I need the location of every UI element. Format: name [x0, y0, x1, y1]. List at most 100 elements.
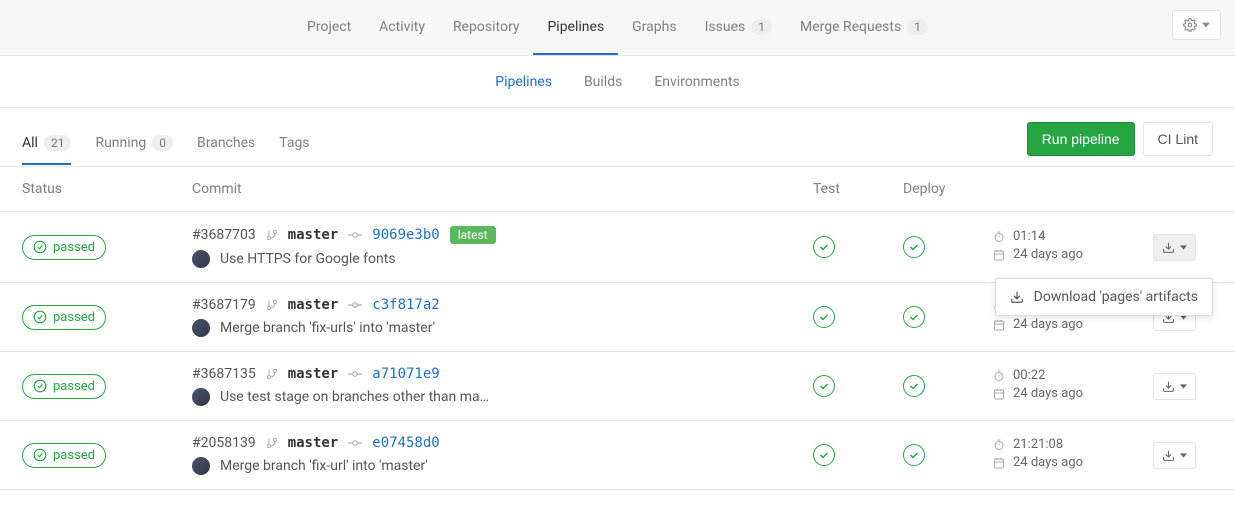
topnav-item-label: Merge Requests	[800, 19, 901, 35]
stage-test-passed-icon[interactable]	[813, 306, 835, 328]
duration: 00:22	[1013, 368, 1045, 383]
pipeline-id-link[interactable]: #3687703	[192, 227, 256, 243]
topnav-item-label: Pipelines	[547, 19, 604, 35]
download-artifacts-button[interactable]	[1153, 373, 1196, 400]
download-artifacts-button[interactable]	[1153, 442, 1196, 469]
count-badge: 1	[751, 19, 772, 35]
status-label: passed	[53, 379, 95, 394]
commit-sha-link[interactable]: 9069e3b0	[372, 227, 439, 243]
settings-dropdown-button[interactable]	[1172, 10, 1221, 40]
ci-lint-button[interactable]: CI Lint	[1143, 122, 1213, 156]
topnav-item-issues[interactable]: Issues1	[691, 1, 786, 55]
avatar[interactable]	[192, 250, 210, 268]
timer-icon	[993, 231, 1005, 243]
pipeline-rows: passed #3687703 master 9069e3b0 latest Use HT…	[0, 212, 1235, 490]
col-header-test: Test	[813, 181, 903, 197]
timestamp: 24 days ago	[1013, 455, 1083, 470]
filter-actions: Run pipeline CI Lint	[1027, 122, 1213, 156]
status-badge[interactable]: passed	[22, 374, 106, 399]
count-badge: 1	[907, 19, 928, 35]
status-badge[interactable]: passed	[22, 305, 106, 330]
branch-icon	[266, 367, 278, 381]
run-pipeline-button[interactable]: Run pipeline	[1027, 122, 1135, 156]
subnav-item-pipelines[interactable]: Pipelines	[495, 74, 552, 90]
stage-deploy-passed-icon[interactable]	[903, 306, 925, 328]
branch-link[interactable]: master	[288, 227, 339, 243]
stage-deploy-passed-icon[interactable]	[903, 444, 925, 466]
status-label: passed	[53, 240, 95, 255]
download-artifacts-menu[interactable]: Download 'pages' artifacts	[995, 278, 1213, 316]
download-artifacts-button[interactable]	[1153, 234, 1196, 261]
commit-message: Use HTTPS for Google fonts	[220, 251, 396, 267]
calendar-icon	[993, 388, 1005, 400]
branch-icon	[266, 298, 278, 312]
caret-down-icon	[1202, 21, 1210, 29]
avatar[interactable]	[192, 457, 210, 475]
topnav-item-activity[interactable]: Activity	[365, 1, 439, 55]
topnav-item-label: Activity	[379, 19, 425, 35]
filter-tab-label: All	[22, 135, 38, 151]
avatar[interactable]	[192, 388, 210, 406]
download-artifacts-label: Download 'pages' artifacts	[1034, 289, 1198, 305]
topnav-item-graphs[interactable]: Graphs	[618, 1, 690, 55]
calendar-icon	[993, 249, 1005, 261]
pipeline-id-link[interactable]: #3687135	[192, 366, 256, 382]
branch-link[interactable]: master	[288, 435, 339, 451]
filter-tab-all[interactable]: All 21	[22, 123, 71, 165]
timer-icon	[993, 370, 1005, 382]
stage-deploy-passed-icon[interactable]	[903, 236, 925, 258]
topnav-item-label: Repository	[453, 19, 519, 35]
commit-icon	[348, 369, 362, 379]
pipelines-subnav: Pipelines Builds Environments	[0, 56, 1235, 108]
pipeline-row: passed #2058139 master e07458d0 Merge branch…	[0, 421, 1235, 490]
gear-icon	[1183, 18, 1197, 32]
commit-message: Merge branch 'fix-urls' into 'master'	[220, 320, 435, 336]
col-header-commit: Commit	[192, 181, 813, 197]
filter-tab-running[interactable]: Running0	[95, 123, 173, 165]
topnav-item-pipelines[interactable]: Pipelines	[533, 1, 618, 55]
project-topnav: Project Activity Repository Pipelines Graphs…	[0, 0, 1235, 56]
avatar[interactable]	[192, 319, 210, 337]
commit-sha-link[interactable]: e07458d0	[372, 435, 439, 451]
col-header-actions	[1153, 181, 1213, 197]
commit-icon	[348, 300, 362, 310]
subnav-item-environments[interactable]: Environments	[654, 74, 739, 90]
latest-badge: latest	[450, 226, 496, 244]
commit-icon	[348, 230, 362, 240]
status-badge[interactable]: passed	[22, 443, 106, 468]
status-label: passed	[53, 310, 95, 325]
filter-tab-branches[interactable]: Branches	[197, 123, 255, 165]
calendar-icon	[993, 319, 1005, 331]
timestamp: 24 days ago	[1013, 317, 1083, 332]
stage-deploy-passed-icon[interactable]	[903, 375, 925, 397]
topnav-item-label: Graphs	[632, 19, 676, 35]
timestamp: 24 days ago	[1013, 247, 1083, 262]
status-label: passed	[53, 448, 95, 463]
topnav-item-repository[interactable]: Repository	[439, 1, 533, 55]
filter-tab-label: Tags	[279, 135, 309, 151]
stage-test-passed-icon[interactable]	[813, 236, 835, 258]
table-header: Status Commit Test Deploy	[0, 167, 1235, 212]
pipeline-id-link[interactable]: #3687179	[192, 297, 256, 313]
stage-test-passed-icon[interactable]	[813, 444, 835, 466]
topnav-item-project[interactable]: Project	[293, 1, 365, 55]
count-badge: 0	[152, 135, 173, 151]
subnav-item-builds[interactable]: Builds	[584, 74, 622, 90]
commit-sha-link[interactable]: c3f817a2	[372, 297, 439, 313]
count-badge: 21	[44, 135, 72, 151]
branch-icon	[266, 228, 278, 242]
status-badge[interactable]: passed	[22, 235, 106, 260]
commit-message: Merge branch 'fix-url' into 'master'	[220, 458, 428, 474]
branch-link[interactable]: master	[288, 366, 339, 382]
topnav-item-label: Project	[307, 19, 351, 35]
timestamp: 24 days ago	[1013, 386, 1083, 401]
commit-sha-link[interactable]: a71071e9	[372, 366, 439, 382]
download-icon	[1010, 290, 1024, 304]
stage-test-passed-icon[interactable]	[813, 375, 835, 397]
pipeline-id-link[interactable]: #2058139	[192, 435, 256, 451]
branch-link[interactable]: master	[288, 297, 339, 313]
filter-tab-tags[interactable]: Tags	[279, 123, 309, 165]
topnav-item-merge-requests[interactable]: Merge Requests 1	[786, 1, 942, 55]
filter-tab-label: Branches	[197, 135, 255, 151]
duration: 01:14	[1013, 229, 1045, 244]
